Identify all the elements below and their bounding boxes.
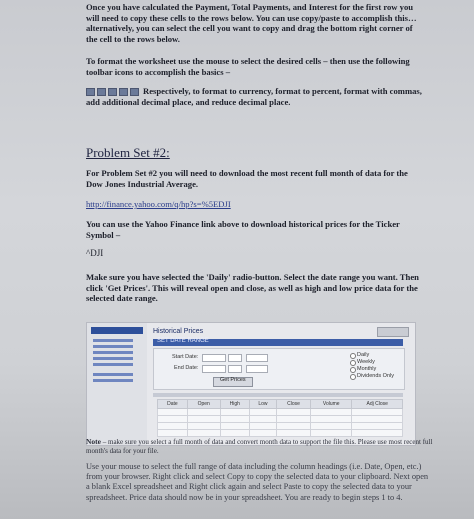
sidebar-item	[93, 373, 133, 376]
end-year-field	[246, 365, 268, 373]
table-row	[157, 408, 403, 416]
note-paragraph: Note – make sure you select a full month…	[86, 437, 436, 455]
note-text: – make sure you select a full month of d…	[86, 438, 433, 455]
end-date-label: End Date:	[174, 365, 199, 371]
table-row	[157, 429, 403, 437]
currency-icon	[86, 88, 95, 97]
radio-daily-label: Daily	[357, 352, 370, 358]
sidebar-item	[93, 379, 133, 382]
radio-monthly	[350, 367, 356, 373]
sidebar-item	[93, 345, 133, 348]
paragraph-ticker-instructions: You can use the Yahoo Finance link above…	[86, 219, 400, 240]
end-month-field	[202, 365, 226, 373]
percent-icon	[97, 88, 106, 97]
table-row	[157, 422, 403, 430]
radio-dividends	[350, 374, 356, 380]
col-open: Open	[186, 399, 221, 409]
yahoo-historical-prices-screenshot: Historical Prices SET DATE RANGE Start D…	[86, 322, 416, 446]
decrease-decimal-icon	[130, 88, 139, 97]
note-label: Note	[86, 437, 101, 446]
get-prices-button-label: Get Prices	[220, 377, 246, 383]
date-range-bar-label: SET DATE RANGE	[157, 338, 209, 344]
screenshot-go-button	[377, 327, 409, 337]
col-volume: Volume	[310, 399, 353, 409]
table-header-row: Date Open High Low Close Volume Adj Clos…	[157, 399, 403, 409]
sidebar-item	[93, 339, 133, 342]
date-range-bar: SET DATE RANGE	[153, 338, 403, 346]
radio-daily	[350, 353, 356, 359]
start-month-field	[202, 354, 226, 362]
date-range-form: Start Date: End Date: Daily Weekly Month…	[153, 348, 405, 390]
increase-decimal-icon	[119, 88, 128, 97]
radio-monthly-label: Monthly	[357, 366, 377, 372]
document-page: Once you have calculated the Payment, To…	[0, 0, 474, 519]
ticker-symbol: ^DJI	[86, 248, 104, 258]
yahoo-finance-link[interactable]: http://finance.yahoo.com/q/hp?s=%5EDJI	[86, 199, 426, 210]
paragraph-format-instructions: To format the worksheet use the mouse to…	[86, 56, 410, 77]
screenshot-title: Historical Prices	[153, 328, 204, 335]
col-low: Low	[248, 399, 278, 409]
comma-icon	[108, 88, 117, 97]
link-text[interactable]: http://finance.yahoo.com/q/hp?s=%5EDJI	[86, 199, 231, 209]
start-day-field	[228, 354, 242, 362]
col-adj-close: Adj Close	[351, 399, 403, 409]
sidebar-item	[93, 363, 133, 366]
prices-table: Date Open High Low Close Volume Adj Clos…	[157, 399, 403, 437]
start-year-field	[246, 354, 268, 362]
paragraph-format-icons: Respectively, to format to currency, for…	[86, 86, 426, 107]
get-prices-button: Get Prices	[213, 377, 253, 387]
col-date: Date	[157, 399, 188, 409]
paragraph-copy-data: Use your mouse to select the full range …	[86, 462, 429, 502]
table-row	[157, 415, 403, 423]
col-high: High	[219, 399, 250, 409]
paragraph-daily-instructions: Make sure you have selected the 'Daily' …	[86, 272, 419, 303]
start-date-label: Start Date:	[172, 354, 199, 360]
problem-set-heading: Problem Set #2:	[86, 145, 170, 160]
radio-dividends-label: Dividends Only	[357, 373, 394, 379]
paragraph-copy-instructions: Once you have calculated the Payment, To…	[86, 2, 417, 44]
end-day-field	[228, 365, 242, 373]
radio-weekly-label: Weekly	[357, 359, 375, 365]
sidebar-item	[93, 357, 133, 360]
sidebar-header	[91, 327, 143, 334]
col-close: Close	[276, 399, 312, 409]
screenshot-sidebar	[87, 323, 147, 445]
paragraph-problem-set: For Problem Set #2 you will need to down…	[86, 168, 408, 189]
table-tab-bar	[153, 393, 403, 397]
sidebar-item	[93, 351, 133, 354]
toolbar-icons	[86, 88, 139, 97]
radio-weekly	[350, 360, 356, 366]
